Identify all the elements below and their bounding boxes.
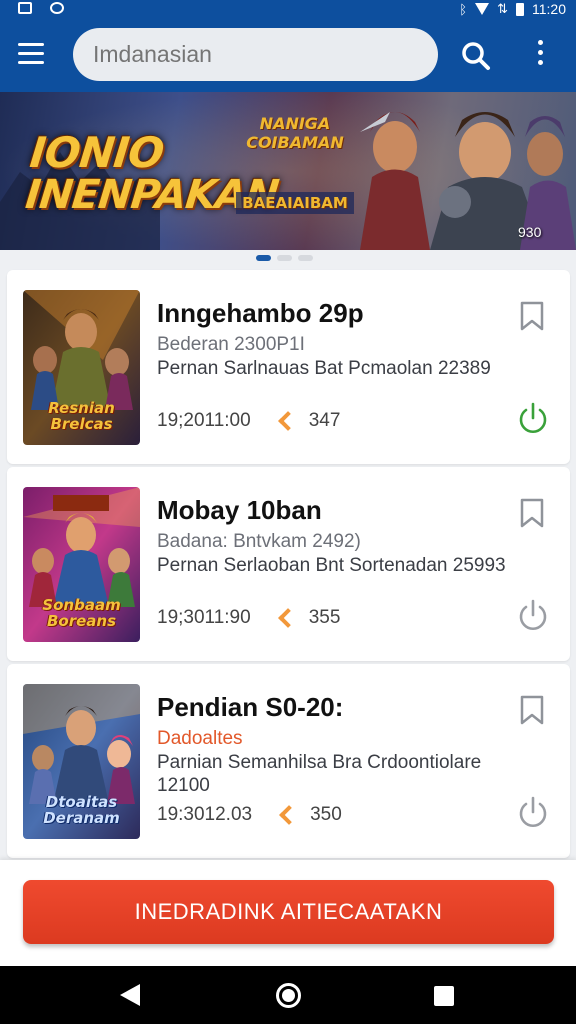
- game-card[interactable]: Dtoaitas Deranam Pendian S0-20: Dadoalte…: [7, 664, 570, 858]
- game-thumbnail-label: Sonbaam Boreans: [42, 596, 121, 630]
- game-title: Mobay 10ban: [157, 495, 322, 525]
- game-subtitle: Dadoaltes: [157, 728, 243, 749]
- system-nav-bar: [0, 966, 576, 1024]
- game-subtitle: Badana: Bntvkam 2492): [157, 531, 361, 552]
- game-card[interactable]: Resnian Brelcas Inngehambo 29p Bederan 2…: [7, 270, 570, 464]
- power-icon[interactable]: [516, 401, 550, 435]
- banner-logo: NANIGA COIBAMAN BAEAIAIBAM: [236, 114, 354, 214]
- primary-cta-button[interactable]: INEDRADINK AITIECAATAKN: [23, 880, 554, 944]
- data-icon: ⇅: [497, 1, 508, 16]
- heart-icon: [277, 608, 298, 628]
- game-thumbnail: Sonbaam Boreans: [23, 487, 140, 642]
- app-screen: ᛒ ⇅ 11:20 Imdanasian IONIO INENPAKAN NAN…: [0, 0, 576, 1024]
- game-meta: 19:3012.03 350: [157, 804, 342, 826]
- heart-icon: [279, 805, 299, 825]
- game-title: Inngehambo 29p: [157, 298, 364, 328]
- game-time: 19;2011:00: [157, 410, 251, 431]
- game-thumbnail: Dtoaitas Deranam: [23, 684, 140, 839]
- game-meta: 19;2011:00 347: [157, 410, 340, 432]
- banner-year: 930: [518, 224, 542, 240]
- game-meta: 19;3011:90 355: [157, 607, 340, 629]
- game-time: 19;3011:90: [157, 607, 251, 628]
- banner-subtitle-bottom: BAEAIAIBAM: [236, 192, 354, 214]
- game-thumbnail: Resnian Brelcas: [23, 290, 140, 445]
- promo-banner[interactable]: IONIO INENPAKAN NANIGA COIBAMAN BAEAIAIB…: [0, 92, 576, 250]
- game-description: Pernan Serlaoban Bnt Sortenadan 25993: [157, 555, 506, 576]
- battery-icon: [516, 2, 524, 16]
- app-toolbar: [0, 18, 576, 92]
- pager-dot-3[interactable]: [298, 255, 313, 261]
- back-icon[interactable]: [120, 984, 140, 1006]
- game-likes: 347: [308, 410, 341, 431]
- bookmark-icon[interactable]: [519, 695, 545, 725]
- search-icon[interactable]: [460, 40, 492, 72]
- bookmark-icon[interactable]: [519, 498, 545, 528]
- game-description: Pernan Sarlnauas Bat Pcmaolan 22389: [157, 358, 491, 379]
- game-time: 19:3012.03: [157, 804, 253, 825]
- bluetooth-icon: ᛒ: [459, 1, 468, 17]
- game-title: Pendian S0-20:: [157, 692, 344, 722]
- search-input[interactable]: [73, 28, 438, 81]
- power-icon[interactable]: [516, 795, 550, 829]
- game-thumbnail-label: Resnian Brelcas: [48, 399, 115, 433]
- wifi-icon: [475, 3, 490, 15]
- bookmark-icon[interactable]: [519, 301, 545, 331]
- banner-subtitle-top: NANIGA COIBAMAN: [246, 114, 344, 152]
- bottom-action-bar: INEDRADINK AITIECAATAKN: [0, 860, 576, 966]
- heart-icon: [277, 411, 298, 431]
- image-icon: [18, 2, 32, 14]
- game-likes: 355: [308, 607, 341, 628]
- game-subtitle: Bederan 2300P1I: [157, 334, 305, 355]
- recents-icon[interactable]: [434, 986, 454, 1006]
- pager-dot-1[interactable]: [256, 255, 271, 261]
- banner-title-line1: IONIO: [27, 128, 166, 177]
- status-time: 11:20: [532, 1, 566, 17]
- game-thumbnail-label: Dtoaitas Deranam: [43, 793, 120, 827]
- sync-icon: [50, 2, 64, 14]
- home-icon[interactable]: [276, 983, 301, 1008]
- game-card[interactable]: Sonbaam Boreans Mobay 10ban Badana: Bntv…: [7, 467, 570, 661]
- status-bar: ᛒ ⇅ 11:20: [0, 0, 576, 18]
- banner-pager: [256, 255, 313, 261]
- more-vert-icon[interactable]: [528, 40, 552, 72]
- game-description: Parnian Semanhilsa Bra Crdoontiolare 121…: [157, 752, 482, 796]
- power-icon[interactable]: [516, 598, 550, 632]
- menu-icon[interactable]: [18, 43, 50, 69]
- pager-dot-2[interactable]: [277, 255, 292, 261]
- game-likes: 350: [310, 804, 342, 825]
